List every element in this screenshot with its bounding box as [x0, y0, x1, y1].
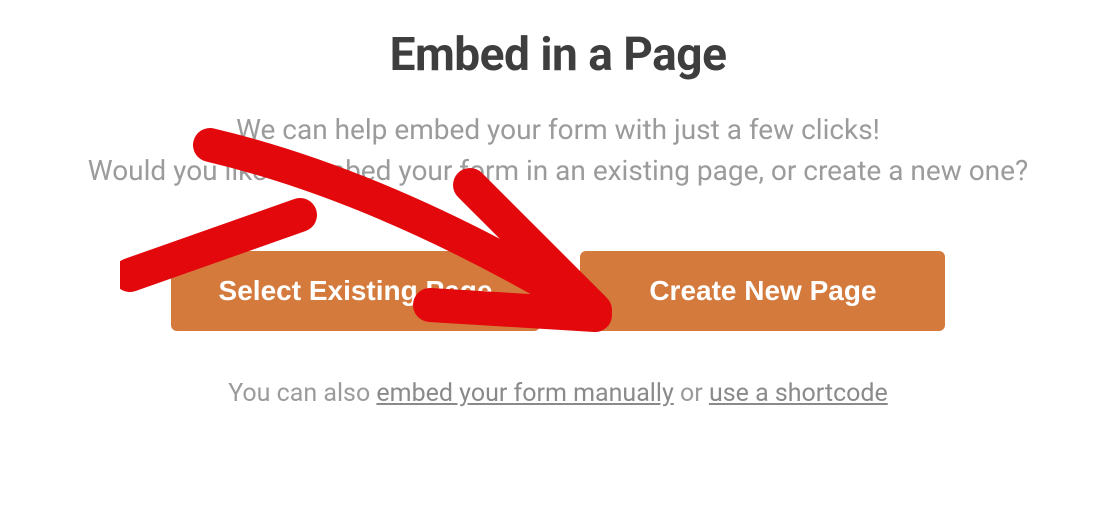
select-existing-page-button[interactable]: Select Existing Page — [171, 251, 541, 331]
subtitle-line-2: Would you like to embed your form in an … — [88, 154, 1028, 187]
action-button-row: Select Existing Page Create New Page — [171, 251, 946, 331]
subtitle-line-1: We can help embed your form with just a … — [236, 113, 880, 146]
footer-text: You can also embed your form manually or… — [228, 379, 888, 408]
use-shortcode-link[interactable]: use a shortcode — [709, 379, 888, 408]
footer-prefix: You can also — [228, 379, 376, 408]
page-subtitle: We can help embed your form with just a … — [88, 110, 1028, 191]
embed-manually-link[interactable]: embed your form manually — [376, 379, 673, 408]
page-title: Embed in a Page — [390, 28, 727, 82]
create-new-page-button[interactable]: Create New Page — [580, 251, 945, 331]
footer-mid: or — [674, 379, 709, 408]
